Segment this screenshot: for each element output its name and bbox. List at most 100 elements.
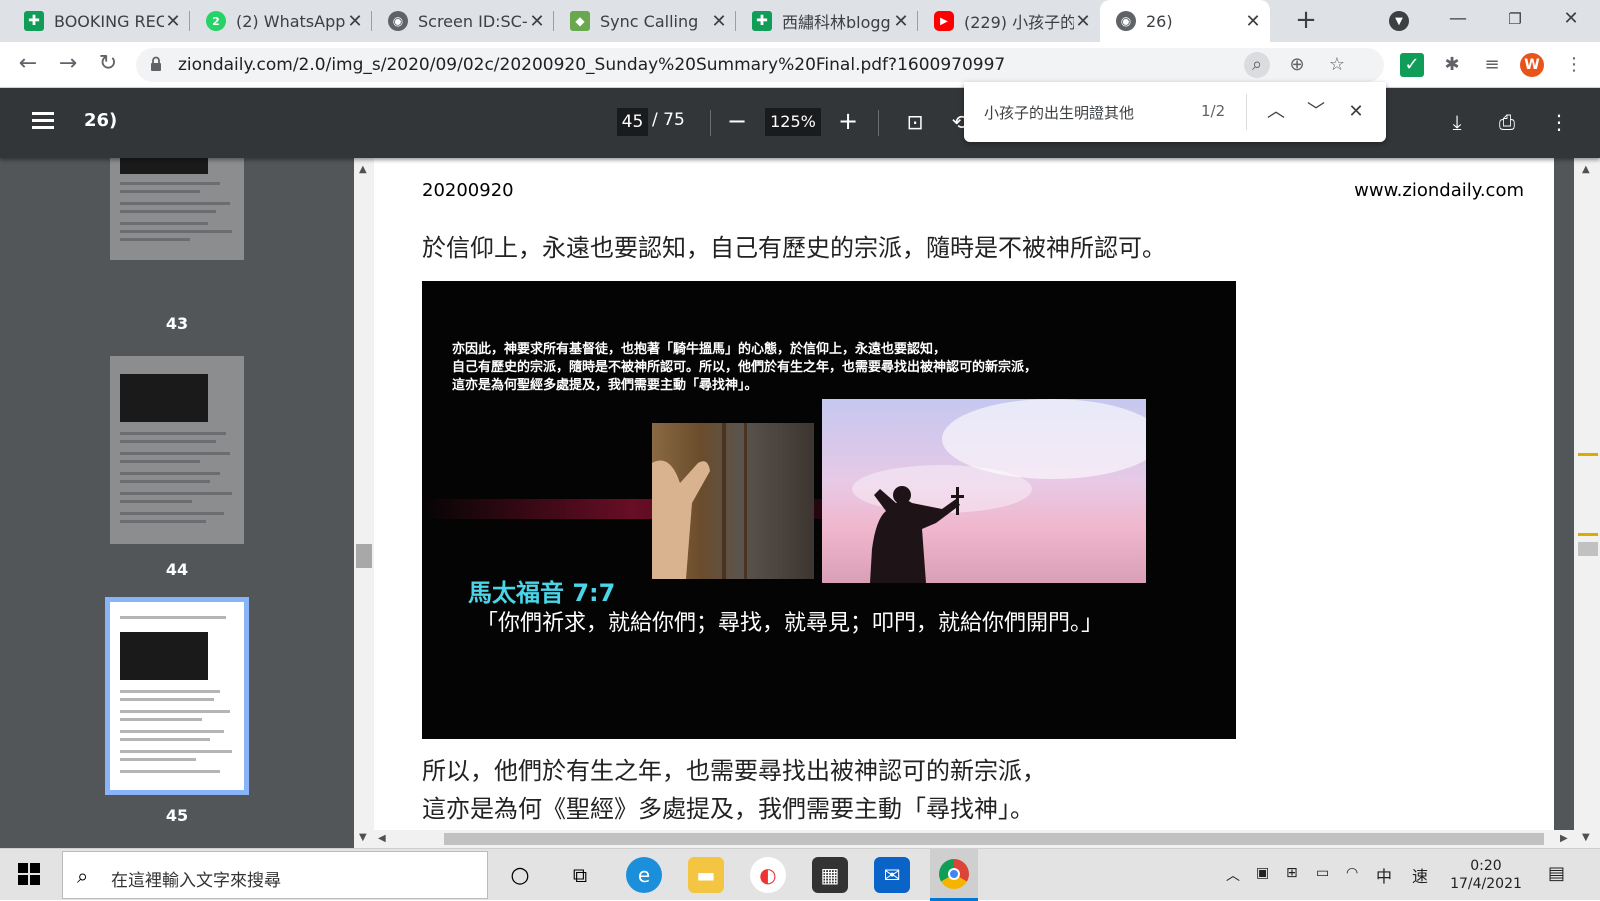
find-next-icon[interactable]: ﹀: [1301, 97, 1331, 127]
app-circle-icon[interactable]: ◐: [750, 857, 786, 893]
zoom-icon[interactable]: ⊕: [1284, 52, 1310, 78]
sidebar-scrollbar[interactable]: ▲ ▼: [354, 158, 374, 848]
scroll-up-icon[interactable]: ▲: [1582, 164, 1590, 175]
app-tray-icon[interactable]: ⊞: [1286, 865, 1298, 881]
chrome-taskbar-icon[interactable]: [930, 849, 978, 901]
scrollbar-thumb[interactable]: [444, 833, 1544, 845]
find-input[interactable]: 小孩子的出生明證其他: [984, 102, 1134, 123]
tab-screen-id[interactable]: ◉ Screen ID:SC- ✕: [372, 0, 554, 42]
ime-language-indicator[interactable]: 中: [1376, 863, 1392, 887]
print-icon[interactable]: ⎙: [1493, 108, 1521, 136]
tab-search-icon[interactable]: ▼: [1389, 11, 1409, 31]
close-icon[interactable]: ✕: [346, 11, 364, 32]
system-clock[interactable]: 0:20 17/4/2021: [1446, 857, 1526, 893]
thumbnail-image: [120, 158, 208, 174]
fit-page-icon[interactable]: ⊡: [901, 108, 929, 136]
thumbnail-image: [120, 632, 208, 680]
pdf-title: 26): [84, 110, 118, 131]
address-bar[interactable]: ziondaily.com/2.0/img_s/2020/09/02c/2020…: [136, 48, 1384, 82]
task-view-icon[interactable]: ⧉: [562, 857, 598, 893]
page-thumbnail-45-selected[interactable]: [105, 597, 249, 795]
tab-booking[interactable]: ✚ BOOKING REC ✕: [8, 0, 190, 42]
sync-icon: ◆: [570, 11, 590, 31]
more-options-icon[interactable]: ⋮: [1545, 108, 1573, 136]
close-window-icon[interactable]: ✕: [1556, 8, 1586, 29]
show-hidden-icons[interactable]: ︿: [1226, 865, 1240, 885]
tab-title: 26): [1146, 11, 1173, 31]
wifi-icon[interactable]: ◠: [1346, 865, 1358, 881]
bible-reference: 馬太福音 7:7: [468, 579, 616, 607]
new-tab-button[interactable]: +: [1292, 7, 1320, 35]
tab-youtube[interactable]: ▶ (229) 小孩子的 ✕: [918, 0, 1100, 42]
close-icon[interactable]: ✕: [710, 11, 728, 32]
tab-whatsapp[interactable]: 2 (2) WhatsApp ✕: [190, 0, 372, 42]
page-header-date: 20200920: [422, 180, 514, 201]
meet-icon[interactable]: ▣: [1256, 865, 1269, 881]
profile-avatar[interactable]: W: [1520, 53, 1544, 77]
scroll-left-icon[interactable]: ◀: [378, 833, 386, 844]
bookmark-star-icon[interactable]: ☆: [1324, 52, 1350, 78]
media-control-icon[interactable]: ≡: [1480, 53, 1504, 77]
search-placeholder: 在這裡輸入文字來搜尋: [111, 871, 281, 891]
scroll-down-icon[interactable]: ▼: [1582, 832, 1590, 843]
ime-mode-indicator[interactable]: 速: [1412, 863, 1428, 887]
scroll-up-icon[interactable]: ▲: [359, 164, 367, 175]
thumbnail-sidebar[interactable]: 43 44 45: [0, 158, 354, 848]
restore-icon[interactable]: ❐: [1500, 10, 1530, 28]
store-icon[interactable]: ▦: [812, 857, 848, 893]
extensions-puzzle-icon[interactable]: ✱: [1440, 53, 1464, 77]
checkmark-extension-icon[interactable]: ✓: [1400, 53, 1424, 77]
thumbnail-image: [120, 374, 208, 422]
zoom-level-input[interactable]: 125%: [765, 108, 821, 136]
close-icon[interactable]: ✕: [528, 11, 546, 32]
scrollbar-thumb[interactable]: [356, 544, 372, 568]
paragraph: 所以，他們於有生之年，也需要尋找出被神認可的新宗派， 這亦是為何《聖經》多處提及…: [422, 757, 1046, 823]
battery-icon[interactable]: ▭: [1316, 865, 1329, 881]
tab-sync-calling[interactable]: ◆ Sync Calling ✕: [554, 0, 736, 42]
close-icon[interactable]: ✕: [1074, 11, 1092, 32]
find-close-icon[interactable]: ✕: [1341, 97, 1371, 127]
forward-icon[interactable]: →: [54, 51, 82, 79]
find-previous-icon[interactable]: ︿: [1261, 97, 1291, 127]
menu-icon[interactable]: [32, 112, 54, 130]
tab-title: (229) 小孩子的: [964, 13, 1074, 32]
scroll-right-icon[interactable]: ▶: [1560, 833, 1568, 844]
edge-icon[interactable]: e: [626, 857, 662, 893]
windows-taskbar: ⌕ 在這裡輸入文字來搜尋 ○ ⧉ e ▬ ◐ ▦ ✉ ︿ ▣ ⊞ ▭ ◠ 中 速…: [0, 848, 1600, 901]
tab-pdf-active[interactable]: ◉ 26) ✕: [1100, 0, 1270, 42]
windows-start-icon[interactable]: [18, 863, 40, 885]
zoom-in-button[interactable]: +: [833, 106, 863, 136]
page-total: / 75: [652, 110, 685, 130]
page-thumbnail-44[interactable]: [110, 356, 244, 544]
mail-icon[interactable]: ✉: [874, 857, 910, 893]
close-icon[interactable]: ✕: [892, 11, 910, 32]
thumbnail-label: 45: [165, 806, 189, 825]
page-number-input[interactable]: 45: [617, 108, 648, 136]
find-page-icon[interactable]: ⌕: [1244, 52, 1270, 78]
scrollbar-thumb[interactable]: [1578, 542, 1598, 556]
notifications-icon[interactable]: ▤: [1548, 863, 1565, 884]
clock-date: 17/4/2021: [1450, 876, 1522, 892]
file-explorer-icon[interactable]: ▬: [688, 857, 724, 893]
reload-icon[interactable]: ↻: [94, 51, 122, 79]
close-icon[interactable]: ✕: [164, 11, 182, 32]
paragraph: 於信仰上，永遠也要認知，自己有歷史的宗派，隨時是不被神所認可。: [422, 234, 1166, 262]
scroll-down-icon[interactable]: ▼: [359, 832, 367, 843]
download-icon[interactable]: ⤓: [1443, 108, 1471, 136]
taskbar-search-box[interactable]: ⌕ 在這裡輸入文字來搜尋: [62, 851, 488, 899]
find-match-count: 1/2: [1201, 102, 1226, 120]
cortana-icon[interactable]: ○: [502, 857, 538, 893]
close-icon[interactable]: ✕: [1244, 11, 1262, 32]
document-viewer[interactable]: 20200920 www.ziondaily.com 於信仰上，永遠也要認知，自…: [354, 158, 1574, 848]
back-icon[interactable]: ←: [14, 51, 42, 79]
zoom-out-button[interactable]: −: [722, 106, 752, 136]
horizontal-scrollbar[interactable]: ◀ ▶: [374, 830, 1574, 848]
page-thumbnail-43[interactable]: [110, 158, 244, 260]
document-scrollbar[interactable]: ▲ ▼: [1574, 158, 1600, 848]
tab-blogger-sheet[interactable]: ✚ 西繡科林blogg ✕: [736, 0, 918, 42]
minimize-icon[interactable]: —: [1443, 8, 1473, 29]
chrome-menu-icon[interactable]: ⋮: [1562, 53, 1586, 77]
sheets-icon: ✚: [752, 11, 772, 31]
globe-icon: ◉: [1116, 11, 1136, 31]
slide-text: 亦因此，神要求所有基督徒，也抱著「騎牛搵馬」的心態，於信仰上，永遠也要認知， 自…: [452, 342, 1038, 393]
